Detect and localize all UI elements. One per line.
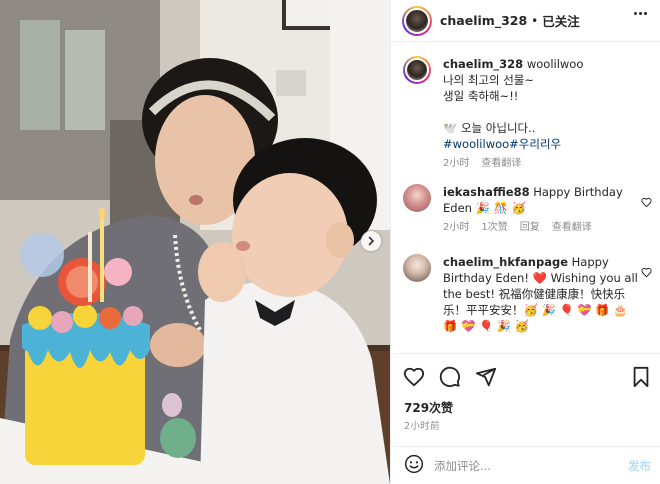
- comment-username[interactable]: iekashaffie88: [443, 185, 530, 199]
- save-button[interactable]: [631, 366, 651, 392]
- separator-dot: •: [531, 13, 539, 28]
- heart-icon: [641, 197, 652, 208]
- comment-like-button[interactable]: [641, 263, 652, 282]
- caption-line: 생일 축하해~!!: [443, 89, 519, 103]
- comment-input[interactable]: [434, 458, 609, 473]
- comment-username[interactable]: chaelim_hkfanpage: [443, 255, 568, 269]
- comment-likes-link[interactable]: 1次赞: [481, 220, 507, 236]
- next-photo-button[interactable]: [361, 231, 381, 251]
- comment-like-button[interactable]: [641, 193, 652, 212]
- photo-illustration: [0, 0, 390, 484]
- caption-meta: 2小时 查看翻译: [443, 156, 643, 172]
- caption-line: woolilwoo: [526, 57, 584, 71]
- emoji-button[interactable]: [404, 454, 424, 478]
- comment-time: 2小时: [443, 222, 470, 233]
- share-button[interactable]: [475, 366, 497, 392]
- share-icon: [475, 367, 497, 387]
- heart-icon: [641, 267, 652, 278]
- author-username[interactable]: chaelim_328: [440, 13, 527, 28]
- caption-hashtags[interactable]: #woolilwoo#우리리우: [443, 136, 643, 152]
- emoji-icon: [404, 454, 424, 473]
- heart-icon: [403, 367, 425, 387]
- add-comment-bar: 发布: [391, 446, 660, 484]
- comment-body: iekashaffie88 Happy Birthday Eden 🎉 🎊 🥳 …: [443, 184, 643, 236]
- caption-body: chaelim_328 woolilwoo 나의 최고의 선물~ 생일 축하해~…: [443, 56, 643, 172]
- comment-item: iekashaffie88 Happy Birthday Eden 🎉 🎊 🥳 …: [403, 184, 643, 236]
- post-header: chaelim_328 • 已关注: [391, 0, 660, 42]
- more-horizontal-icon: [634, 12, 637, 15]
- comments-list: chaelim_328 woolilwoo 나의 최고의 선물~ 생일 축하해~…: [391, 43, 660, 353]
- caption: chaelim_328 woolilwoo 나의 최고의 선물~ 생일 축하해~…: [403, 56, 643, 172]
- comment-icon: [439, 366, 460, 387]
- comment-item: chaelim_hkfanpage Happy Birthday Eden! ❤…: [403, 254, 643, 334]
- post-photo: [0, 0, 390, 484]
- caption-line: 나의 최고의 선물~: [443, 73, 535, 87]
- action-icons: [403, 366, 497, 392]
- caption-line: 🕊️ 오늘 아닙니다..: [443, 121, 536, 135]
- caption-username[interactable]: chaelim_328: [443, 57, 523, 71]
- commenter-avatar[interactable]: [403, 184, 431, 212]
- like-button[interactable]: [403, 366, 425, 392]
- follow-status-button[interactable]: 已关注: [542, 11, 580, 30]
- comment-body: chaelim_hkfanpage Happy Birthday Eden! ❤…: [443, 254, 643, 334]
- post-comment-button[interactable]: 发布: [628, 458, 651, 474]
- caption-translate-link[interactable]: 查看翻译: [481, 156, 521, 172]
- commenter-avatar[interactable]: [403, 254, 431, 282]
- caption-avatar[interactable]: [403, 56, 431, 84]
- more-options-button[interactable]: [634, 12, 647, 15]
- likes-count[interactable]: 729次赞: [404, 399, 453, 416]
- caption-time: 2小时: [443, 158, 470, 169]
- comment-reply-button[interactable]: 回复: [520, 220, 540, 236]
- bookmark-icon: [633, 366, 649, 388]
- author-avatar[interactable]: [402, 5, 432, 36]
- post-side-panel: chaelim_328 • 已关注 chaelim_328 woolilwoo …: [390, 0, 660, 484]
- comment-translate-link[interactable]: 查看翻译: [552, 220, 592, 236]
- comment-meta: 2小时 1次赞 回复 查看翻译: [443, 220, 643, 236]
- chevron-right-icon: [368, 236, 375, 246]
- comment-button[interactable]: [439, 366, 461, 392]
- posted-time: 2小时前: [404, 421, 440, 432]
